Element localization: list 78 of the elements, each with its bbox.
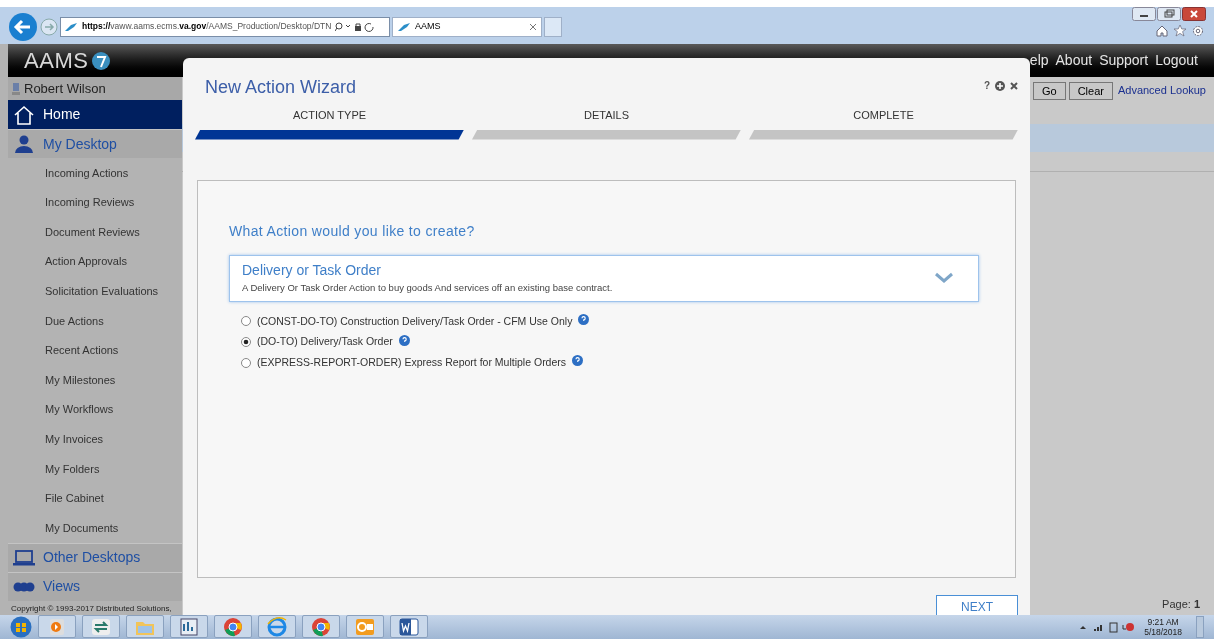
sidebar-item[interactable]: Incoming Reviews — [8, 187, 182, 218]
sidebar-item[interactable]: My Folders — [8, 454, 182, 484]
help-icon[interactable] — [398, 334, 410, 346]
advanced-lookup-link[interactable]: Advanced Lookup — [1115, 82, 1208, 99]
url-text: https://vaww.aams.ecms.va.gov/AAMS_Production/Desktop/DTN — [82, 20, 332, 34]
start-button[interactable] — [10, 615, 32, 638]
sidebar-item[interactable]: Document Reviews — [8, 217, 182, 247]
plus-circle-icon[interactable] — [995, 80, 1005, 91]
help-icon[interactable] — [572, 355, 584, 367]
close-button[interactable] — [1182, 6, 1206, 21]
sidebar-item[interactable]: My Workflows — [8, 394, 182, 425]
radio-button[interactable] — [241, 357, 251, 368]
taskbar-button[interactable] — [82, 615, 120, 639]
sidebar-item[interactable]: My Documents — [8, 513, 182, 543]
copyright-text: Copyright © 1993-2017 Distributed Solutions, — [10, 602, 173, 615]
step-label: ACTION TYPE — [292, 108, 367, 123]
chart-app-icon — [178, 615, 200, 638]
sidebar-item[interactable]: Solicitation Evaluations — [8, 276, 182, 307]
browser-e-icon — [266, 615, 288, 638]
sidebar-section[interactable]: Other Desktops — [8, 542, 182, 572]
sidebar-section[interactable]: Views — [8, 571, 182, 601]
option-label: (DO-TO) Delivery/Task Order — [257, 334, 393, 350]
clock-date: 5/18/2018 — [1144, 626, 1182, 637]
sidebar-item[interactable]: Action Approvals — [8, 246, 182, 277]
radio-button[interactable] — [241, 316, 251, 327]
sidebar-section[interactable]: Home — [8, 100, 182, 130]
chrome-icon — [310, 615, 332, 638]
sidebar-item[interactable]: My Invoices — [8, 424, 182, 454]
address-bar[interactable]: https://vaww.aams.ecms.va.gov/AAMS_Production/Desktop/DTN — [60, 16, 390, 37]
home-icon[interactable] — [1156, 24, 1168, 37]
taskbar-button[interactable] — [390, 615, 428, 639]
lookup-button[interactable]: Go — [1032, 81, 1066, 100]
step-label: COMPLETE — [853, 108, 914, 123]
help-icon[interactable] — [578, 313, 590, 325]
person-icon — [13, 135, 35, 154]
sidebar-section[interactable]: My Desktop — [8, 129, 182, 159]
three-dots-icon — [13, 581, 35, 592]
option-label: (EXPRESS-REPORT-ORDER) Express Report for Multiple Orders — [257, 355, 567, 370]
close-icon — [529, 22, 537, 31]
clock-time: 9:21 AM — [1147, 616, 1179, 627]
option-label: (CONST-DO-TO) Construction Delivery/Task Order - CFM Use Only — [257, 313, 573, 329]
wizard-title: New Action Wizard — [205, 76, 357, 99]
sidebar-item[interactable]: Recent Actions — [8, 335, 182, 366]
header-link[interactable]: Support — [1099, 50, 1149, 72]
taskbar-button[interactable] — [214, 615, 252, 639]
app-logo: AAMS — [24, 47, 89, 76]
taskbar-button[interactable] — [170, 615, 208, 639]
sidebar-item[interactable]: Incoming Actions — [8, 158, 182, 188]
minimize-button[interactable] — [1132, 6, 1156, 21]
back-button[interactable] — [8, 11, 38, 42]
browser-tab[interactable]: AAMS — [392, 16, 542, 37]
address-tools-icon — [335, 21, 376, 32]
radio-button[interactable] — [241, 337, 251, 348]
star-icon[interactable] — [1174, 24, 1186, 37]
page-indicator: Page: 1 — [1162, 597, 1200, 613]
close-icon[interactable] — [1010, 81, 1018, 90]
header-link[interactable]: elp — [1029, 50, 1049, 72]
help-button[interactable]: ? — [983, 78, 990, 93]
action-type-dropdown[interactable]: Delivery or Task Order A Delivery Or Task Order Action to buy goods And services off an existing base contract. — [229, 254, 979, 302]
step-label: DETAILS — [584, 108, 629, 123]
sidebar-item[interactable]: My Milestones — [8, 365, 182, 395]
sidebar-item[interactable]: Due Actions — [8, 306, 182, 336]
dropdown-description: A Delivery Or Task Order Action to buy goods And services off an existing base contract. — [242, 281, 613, 296]
dropdown-title: Delivery or Task Order — [242, 261, 382, 281]
header-link[interactable]: About — [1055, 50, 1093, 72]
restore-button[interactable] — [1157, 6, 1181, 21]
lookup-button[interactable]: Clear — [1068, 81, 1113, 100]
document-app-icon — [398, 615, 420, 638]
settings-icon[interactable] — [1192, 24, 1204, 37]
sidebar-item[interactable]: File Cabinet — [8, 483, 182, 514]
chrome-icon — [222, 615, 244, 638]
header-link[interactable]: Logout — [1155, 50, 1198, 72]
question-text: What Action would you like to create? — [229, 221, 476, 241]
home-icon — [13, 104, 35, 125]
taskbar-button[interactable] — [302, 615, 340, 639]
chevron-down-icon — [934, 272, 954, 284]
user-name: Robert Wilson — [24, 79, 106, 98]
laptop-icon — [13, 549, 35, 566]
